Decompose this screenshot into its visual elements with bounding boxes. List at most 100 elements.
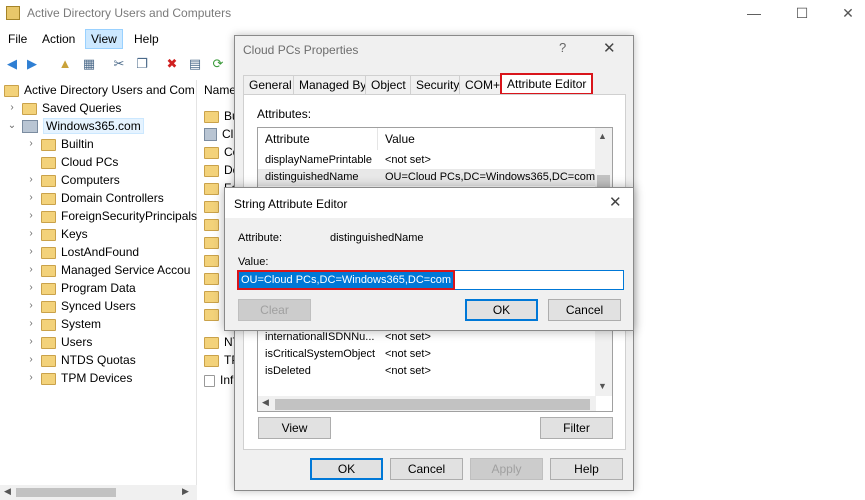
refresh-icon[interactable]: ⟳ <box>209 55 227 73</box>
chevron-right-icon[interactable]: › <box>25 225 37 243</box>
tree-item-program-data[interactable]: › Program Data <box>29 279 136 297</box>
attributes-label: Attributes: <box>257 107 312 121</box>
list-item[interactable]: Do <box>204 161 238 179</box>
clear-button[interactable]: Clear <box>238 299 311 321</box>
up-folder-icon[interactable]: ▲ <box>56 55 74 73</box>
folder-icon <box>41 247 56 259</box>
value-label: Value: <box>238 256 269 268</box>
minimize-icon[interactable]: — <box>739 2 769 24</box>
tree-item-keys[interactable]: › Keys <box>29 225 88 243</box>
tree-item-users[interactable]: › Users <box>29 333 92 351</box>
chevron-right-icon[interactable]: › <box>25 297 37 315</box>
scroll-right-icon[interactable]: ▶ <box>182 486 189 497</box>
window-title: Active Directory Users and Computers <box>27 6 232 20</box>
chevron-up-icon[interactable]: ▲ <box>598 131 607 141</box>
tree-root[interactable]: Active Directory Users and Com <box>4 81 195 99</box>
tab-general[interactable]: General <box>243 75 298 95</box>
chevron-right-icon[interactable]: › <box>25 189 37 207</box>
column-divider[interactable] <box>377 128 378 150</box>
tree-item-managed-service-accounts[interactable]: › Managed Service Accou <box>29 261 190 279</box>
list-horizontal-scrollbar[interactable]: ◀ <box>258 396 596 411</box>
help-icon[interactable]: ? <box>559 40 566 55</box>
tree-item-lost-and-found[interactable]: › LostAndFound <box>29 243 139 261</box>
show-tree-icon[interactable]: ▦ <box>80 55 98 73</box>
list-item[interactable]: Co <box>204 143 238 161</box>
delete-icon[interactable]: ✖ <box>163 55 181 73</box>
column-header-value[interactable]: Value <box>385 132 415 146</box>
chevron-right-icon[interactable]: › <box>25 261 37 279</box>
properties-icon[interactable]: ▤ <box>186 55 204 73</box>
chevron-right-icon[interactable]: › <box>25 207 37 225</box>
close-icon[interactable]: ✕ <box>603 39 616 57</box>
tree-item-builtin[interactable]: › Builtin <box>29 135 94 153</box>
chevron-right-icon[interactable]: › <box>25 369 37 387</box>
ok-button[interactable]: OK <box>465 299 538 321</box>
chevron-right-icon[interactable]: › <box>25 171 37 189</box>
tree-horizontal-scrollbar[interactable]: ◀ ▶ <box>0 485 197 500</box>
tree-item-tpm-devices[interactable]: › TPM Devices <box>29 369 132 387</box>
copy-icon[interactable]: ❐ <box>133 55 151 73</box>
list-item[interactable]: Cl <box>204 125 233 143</box>
tab-com-plus[interactable]: COM+ <box>459 75 507 95</box>
scroll-thumb[interactable] <box>275 399 590 410</box>
tab-managed-by[interactable]: Managed By <box>293 75 373 95</box>
tab-security[interactable]: Security <box>410 75 466 95</box>
cancel-button[interactable]: Cancel <box>548 299 621 321</box>
chevron-right-icon[interactable]: › <box>25 279 37 297</box>
tab-attribute-editor[interactable]: Attribute Editor <box>500 73 594 95</box>
tree-item-foreign-security-principals[interactable]: › ForeignSecurityPrincipals <box>29 207 197 225</box>
value-input[interactable]: OU=Cloud PCs,DC=Windows365,DC=com <box>237 270 624 290</box>
tree-item-domain-controllers[interactable]: › Domain Controllers <box>29 189 164 207</box>
list-item[interactable]: NT <box>204 333 238 351</box>
menu-view[interactable]: View <box>85 29 123 49</box>
value-input-text[interactable]: OU=Cloud PCs,DC=Windows365,DC=com <box>237 270 455 290</box>
close-icon[interactable]: ✕ <box>609 193 622 211</box>
chevron-right-icon[interactable]: › <box>25 351 37 369</box>
scroll-left-icon[interactable]: ◀ <box>262 397 269 408</box>
folder-icon <box>204 111 219 123</box>
list-item[interactable]: Inf <box>204 371 233 389</box>
tree-item-ntds-quotas[interactable]: › NTDS Quotas <box>29 351 136 369</box>
tree-item-synced-users[interactable]: › Synced Users <box>29 297 136 315</box>
chevron-right-icon[interactable]: › <box>25 315 37 333</box>
table-row[interactable]: internationalISDNNu... <not set> <box>258 329 596 346</box>
table-row[interactable]: isDeleted <not set> <box>258 363 596 380</box>
chevron-down-icon[interactable]: ▼ <box>598 381 607 391</box>
scroll-thumb[interactable] <box>16 488 116 497</box>
list-header-name[interactable]: Name <box>204 81 236 99</box>
chevron-right-icon[interactable]: › <box>6 99 18 117</box>
help-button[interactable]: Help <box>550 458 623 480</box>
table-row[interactable]: displayNamePrintable <not set> <box>258 152 596 169</box>
cancel-button[interactable]: Cancel <box>390 458 463 480</box>
table-row[interactable]: distinguishedName OU=Cloud PCs,DC=Window… <box>258 169 596 186</box>
view-button[interactable]: View <box>258 417 331 439</box>
tree-domain[interactable]: ⌄ Windows365.com <box>8 117 144 135</box>
tree-saved-queries[interactable]: › Saved Queries <box>10 99 121 117</box>
folder-icon <box>204 309 219 321</box>
menu-action[interactable]: Action <box>37 29 80 49</box>
chevron-down-icon[interactable]: ⌄ <box>6 117 18 135</box>
back-icon[interactable]: ◀ <box>3 55 21 73</box>
menu-help[interactable]: Help <box>129 29 164 49</box>
close-icon[interactable]: ✕ <box>833 2 863 24</box>
ok-button[interactable]: OK <box>310 458 383 480</box>
scroll-left-icon[interactable]: ◀ <box>4 486 11 497</box>
chevron-right-icon[interactable]: › <box>25 243 37 261</box>
tab-object[interactable]: Object <box>365 75 412 95</box>
cut-icon[interactable]: ✂ <box>110 55 128 73</box>
tree-item-computers[interactable]: › Computers <box>29 171 120 189</box>
tree-item-system[interactable]: › System <box>29 315 101 333</box>
table-row[interactable]: isCriticalSystemObject <not set> <box>258 346 596 363</box>
list-item[interactable]: TP <box>204 351 238 369</box>
filter-button[interactable]: Filter <box>540 417 613 439</box>
chevron-right-icon[interactable]: › <box>25 333 37 351</box>
menu-file[interactable]: File <box>3 29 32 49</box>
chevron-right-icon[interactable]: › <box>25 135 37 153</box>
maximize-icon[interactable]: ☐ <box>787 2 817 24</box>
column-header-attribute[interactable]: Attribute <box>265 132 310 146</box>
tree-item-cloud-pcs[interactable]: Cloud PCs <box>41 153 118 171</box>
list-item[interactable]: Bu <box>204 107 238 125</box>
apply-button[interactable]: Apply <box>470 458 543 480</box>
title-bar: Active Directory Users and Computers — ☐… <box>0 0 865 28</box>
forward-icon[interactable]: ▶ <box>23 55 41 73</box>
